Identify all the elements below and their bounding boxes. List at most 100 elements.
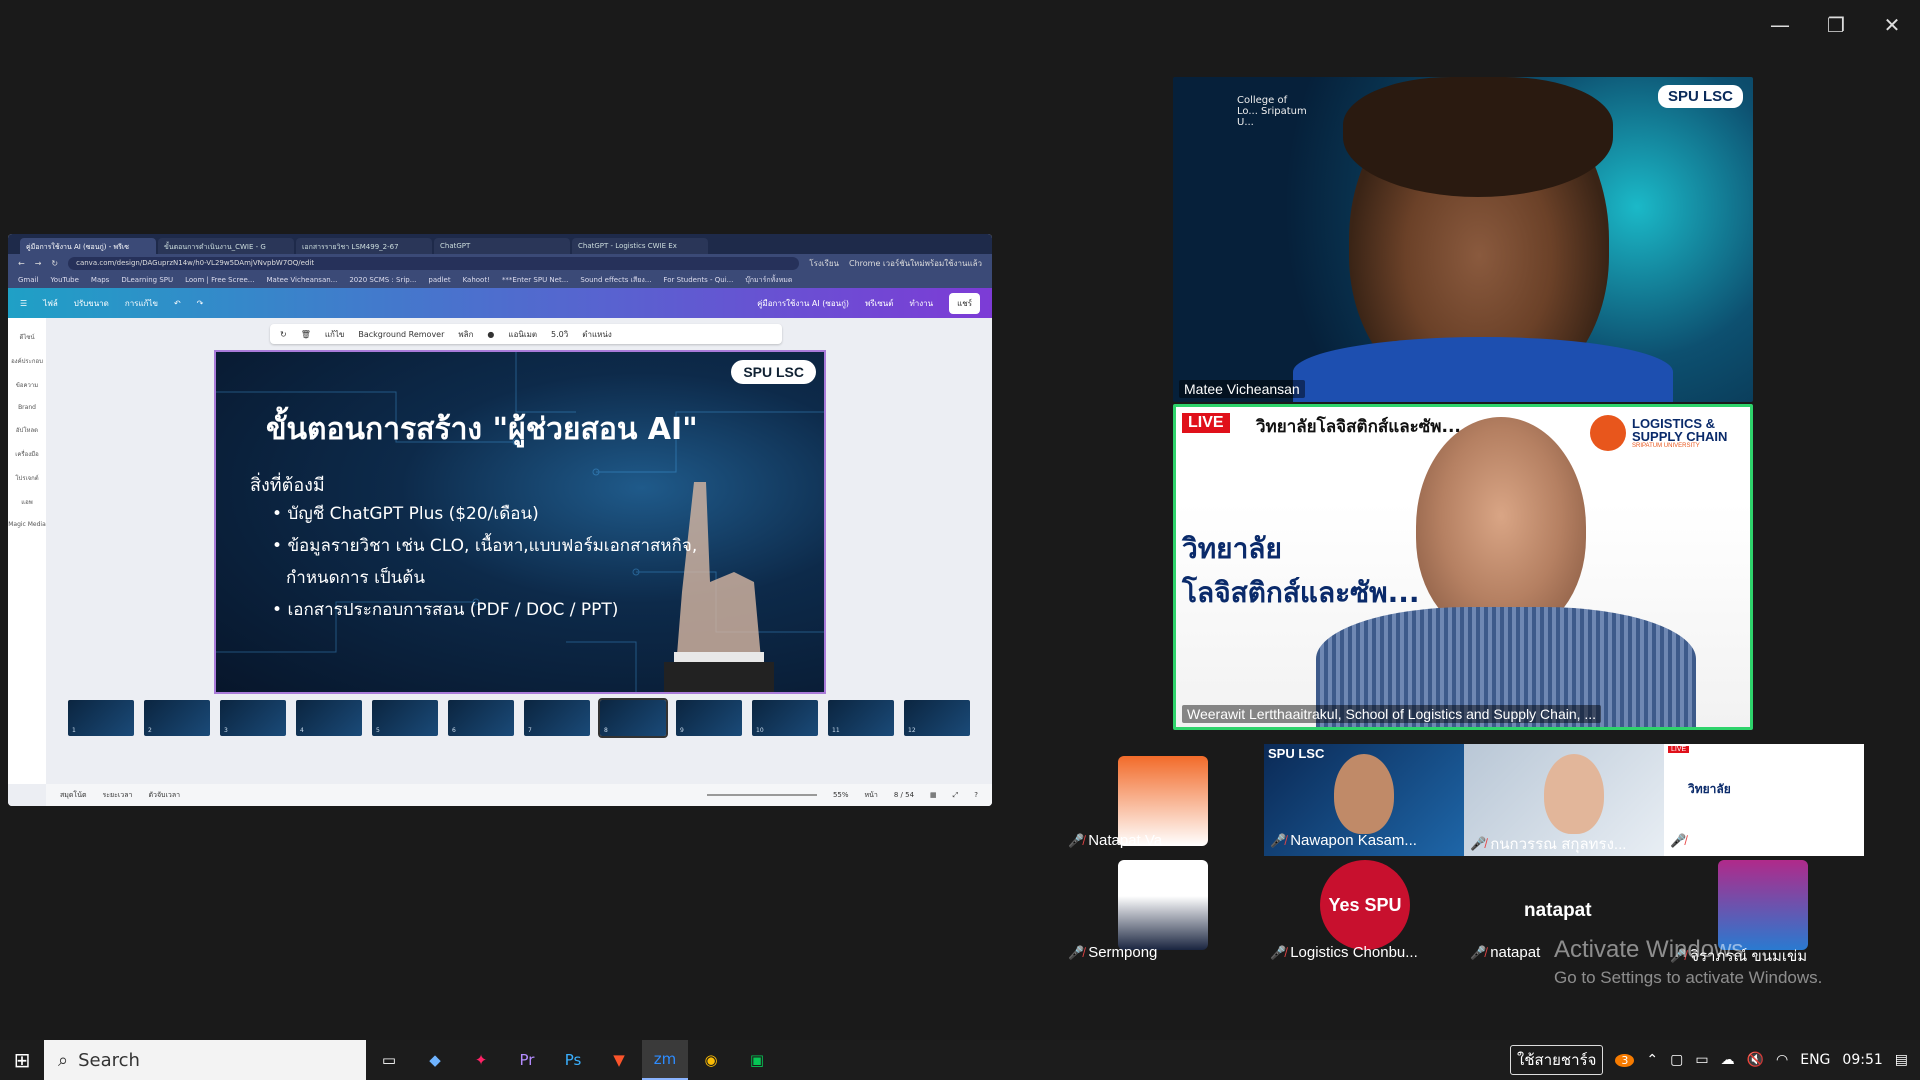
participant-tile[interactable]: 🎤̸ Natapat Va	[1068, 744, 1264, 856]
edit-menu[interactable]: การแก้ไข	[125, 297, 158, 310]
device-icon[interactable]: ▢	[1670, 1052, 1683, 1068]
bookmark[interactable]: Sound effects เสียง...	[580, 275, 651, 286]
undo-icon[interactable]: ↶	[174, 299, 181, 308]
redo-icon[interactable]: ↷	[197, 299, 204, 308]
bookmark[interactable]: บุ๊กมาร์กทั้งหมด	[745, 275, 792, 286]
bookmark[interactable]: Gmail	[18, 276, 38, 284]
profile-button[interactable]: โรงเรียน	[809, 257, 839, 270]
rail-apps[interactable]: แอพ	[21, 497, 32, 507]
slide-thumbnail[interactable]: 10	[752, 700, 818, 736]
menu-icon[interactable]: ☰	[20, 299, 27, 308]
slide-canvas[interactable]: SPU LSC ขั้นตอนการสร้าง "ผู้ช่วยสอน AI" …	[214, 350, 826, 694]
windows-start-icon[interactable]: ⊞	[0, 1048, 44, 1072]
rail-elements[interactable]: องค์ประกอบ	[11, 356, 43, 366]
app-icon[interactable]: ✦	[458, 1040, 504, 1080]
bookmark[interactable]: padlet	[428, 276, 450, 284]
restore-button[interactable]: ❐	[1808, 0, 1864, 50]
slide-thumbnail[interactable]: 4	[296, 700, 362, 736]
slide-thumbnail[interactable]: 9	[676, 700, 742, 736]
bookmark[interactable]: Kahoot!	[463, 276, 490, 284]
bookmark[interactable]: For Students - Qui...	[663, 276, 733, 284]
zoom-level[interactable]: 55%	[833, 791, 849, 799]
brave-icon[interactable]: ▼	[596, 1040, 642, 1080]
close-button[interactable]: ✕	[1864, 0, 1920, 50]
line-icon[interactable]: ▣	[734, 1040, 780, 1080]
rail-design[interactable]: ดีไซน์	[19, 332, 34, 342]
notes-button[interactable]: สมุดโน้ต	[60, 790, 87, 801]
browser-tab[interactable]: เอกสารรายวิชา LSM499_2-67	[296, 238, 432, 254]
notification-badge[interactable]: 3	[1615, 1053, 1635, 1067]
participant-tile[interactable]: LIVE วิทยาลัย 🎤̸ Jirawan Niemsak...	[1664, 744, 1864, 856]
cloud-icon[interactable]: ☁	[1721, 1052, 1735, 1068]
zoom-icon[interactable]: zm	[642, 1040, 688, 1080]
minimize-button[interactable]: —	[1752, 0, 1808, 50]
file-menu[interactable]: ไฟล์	[43, 297, 58, 310]
bookmark[interactable]: Loom | Free Scree...	[185, 276, 254, 284]
more-button[interactable]: ทำงาน	[909, 297, 933, 310]
bookmark[interactable]: 2020 SCMS : Srip...	[349, 276, 416, 284]
slide-thumbnail[interactable]: 12	[904, 700, 970, 736]
slide-thumbnail[interactable]: 1	[68, 700, 134, 736]
url-field[interactable]: canva.com/design/DAGuprzN14w/h0-VL29w5DA…	[68, 256, 800, 270]
bookmark[interactable]: Maps	[91, 276, 109, 284]
rail-brand[interactable]: Brand	[18, 404, 36, 411]
bg-remover-button[interactable]: Background Remover	[358, 330, 444, 339]
participant-tile[interactable]: SPU LSC 🎤̸ Nawapon Kasam...	[1264, 744, 1464, 856]
reload-icon[interactable]: ↻	[51, 259, 58, 268]
slide-thumbnail[interactable]: 5	[372, 700, 438, 736]
browser-tab[interactable]: ChatGPT	[434, 238, 570, 254]
notifications-icon[interactable]: ▤	[1895, 1052, 1908, 1068]
browser-tab[interactable]: ChatGPT - Logistics CWIE Ex	[572, 238, 708, 254]
rail-text[interactable]: ข้อความ	[16, 380, 38, 390]
photoshop-icon[interactable]: Ps	[550, 1040, 596, 1080]
battery-icon[interactable]: ▭	[1695, 1052, 1708, 1068]
share-button[interactable]: แชร์	[949, 292, 980, 314]
color-icon[interactable]: ●	[487, 330, 494, 339]
premiere-icon[interactable]: Pr	[504, 1040, 550, 1080]
slide-thumbnail[interactable]: 7	[524, 700, 590, 736]
delete-icon[interactable]: 🗑	[301, 330, 311, 339]
rail-projects[interactable]: โปรเจกต์	[15, 473, 38, 483]
bookmark[interactable]: Matee Vicheansan...	[266, 276, 337, 284]
edit-image-button[interactable]: แก้ไข	[325, 328, 345, 341]
rail-magic-media[interactable]: Magic Media	[8, 521, 46, 528]
taskbar-search[interactable]: ⌕ Search	[44, 1040, 366, 1080]
browser-tab[interactable]: ขั้นตอนการดำเนินงาน_CWIE - G	[158, 238, 294, 254]
duration-button[interactable]: 5.0วิ	[551, 328, 568, 341]
back-icon[interactable]: ←	[18, 259, 25, 268]
wifi-icon[interactable]: ◠	[1776, 1052, 1788, 1068]
slide-thumbnail[interactable]: 3	[220, 700, 286, 736]
present-button[interactable]: พรีเซนต์	[865, 297, 893, 310]
rail-tools[interactable]: เครื่องมือ	[15, 449, 38, 459]
duration-status[interactable]: ระยะเวลา	[103, 790, 133, 801]
bookmark[interactable]: DLearning SPU	[121, 276, 173, 284]
pages-button[interactable]: หน้า	[865, 790, 878, 801]
participant-tile[interactable]: 🎤̸ Sermpong	[1068, 860, 1264, 972]
rotate-icon[interactable]: ↻	[280, 330, 287, 339]
grid-view-icon[interactable]: ▦	[930, 791, 937, 799]
task-view-icon[interactable]: ▭	[366, 1040, 412, 1080]
video-tile-active-speaker[interactable]: LIVE วิทยาลัยโลจิสติกส์และซัพ... LOGISTI…	[1173, 404, 1753, 730]
chevron-up-icon[interactable]: ⌃	[1646, 1052, 1658, 1068]
language-indicator[interactable]: ENG	[1800, 1052, 1830, 1068]
bookmark[interactable]: YouTube	[50, 276, 78, 284]
zoom-slider[interactable]	[706, 794, 817, 796]
update-notice[interactable]: Chrome เวอร์ชันใหม่พร้อมใช้งานแล้ว	[849, 257, 982, 270]
slide-thumbnail[interactable]: 6	[448, 700, 514, 736]
forward-icon[interactable]: →	[35, 259, 42, 268]
copilot-icon[interactable]: ◆	[412, 1040, 458, 1080]
timer-button[interactable]: ตัวจับเวลา	[148, 790, 180, 801]
position-button[interactable]: ตำแหน่ง	[582, 328, 612, 341]
doc-title[interactable]: คู่มือการใช้งาน AI (ซอนกู่)	[757, 297, 849, 310]
clock[interactable]: 09:51	[1842, 1052, 1882, 1068]
rail-uploads[interactable]: อัปโหลด	[16, 425, 38, 435]
participant-tile[interactable]: 🎤̸ กนกวรรณ สกุลทรง...	[1464, 744, 1664, 856]
slide-thumbnail[interactable]: 11	[828, 700, 894, 736]
fullscreen-icon[interactable]: ⤢	[953, 791, 959, 800]
resize-menu[interactable]: ปรับขนาด	[74, 297, 109, 310]
chrome-icon[interactable]: ◉	[688, 1040, 734, 1080]
bookmark[interactable]: ***Enter SPU Net...	[502, 276, 569, 284]
animate-button[interactable]: แอนิเมต	[508, 328, 537, 341]
video-tile-main[interactable]: College of Lo... Sripatum U... SPU LSC M…	[1173, 77, 1753, 402]
browser-tab[interactable]: คู่มือการใช้งาน AI (ซอนกู่) - พรีเซ	[20, 238, 156, 254]
